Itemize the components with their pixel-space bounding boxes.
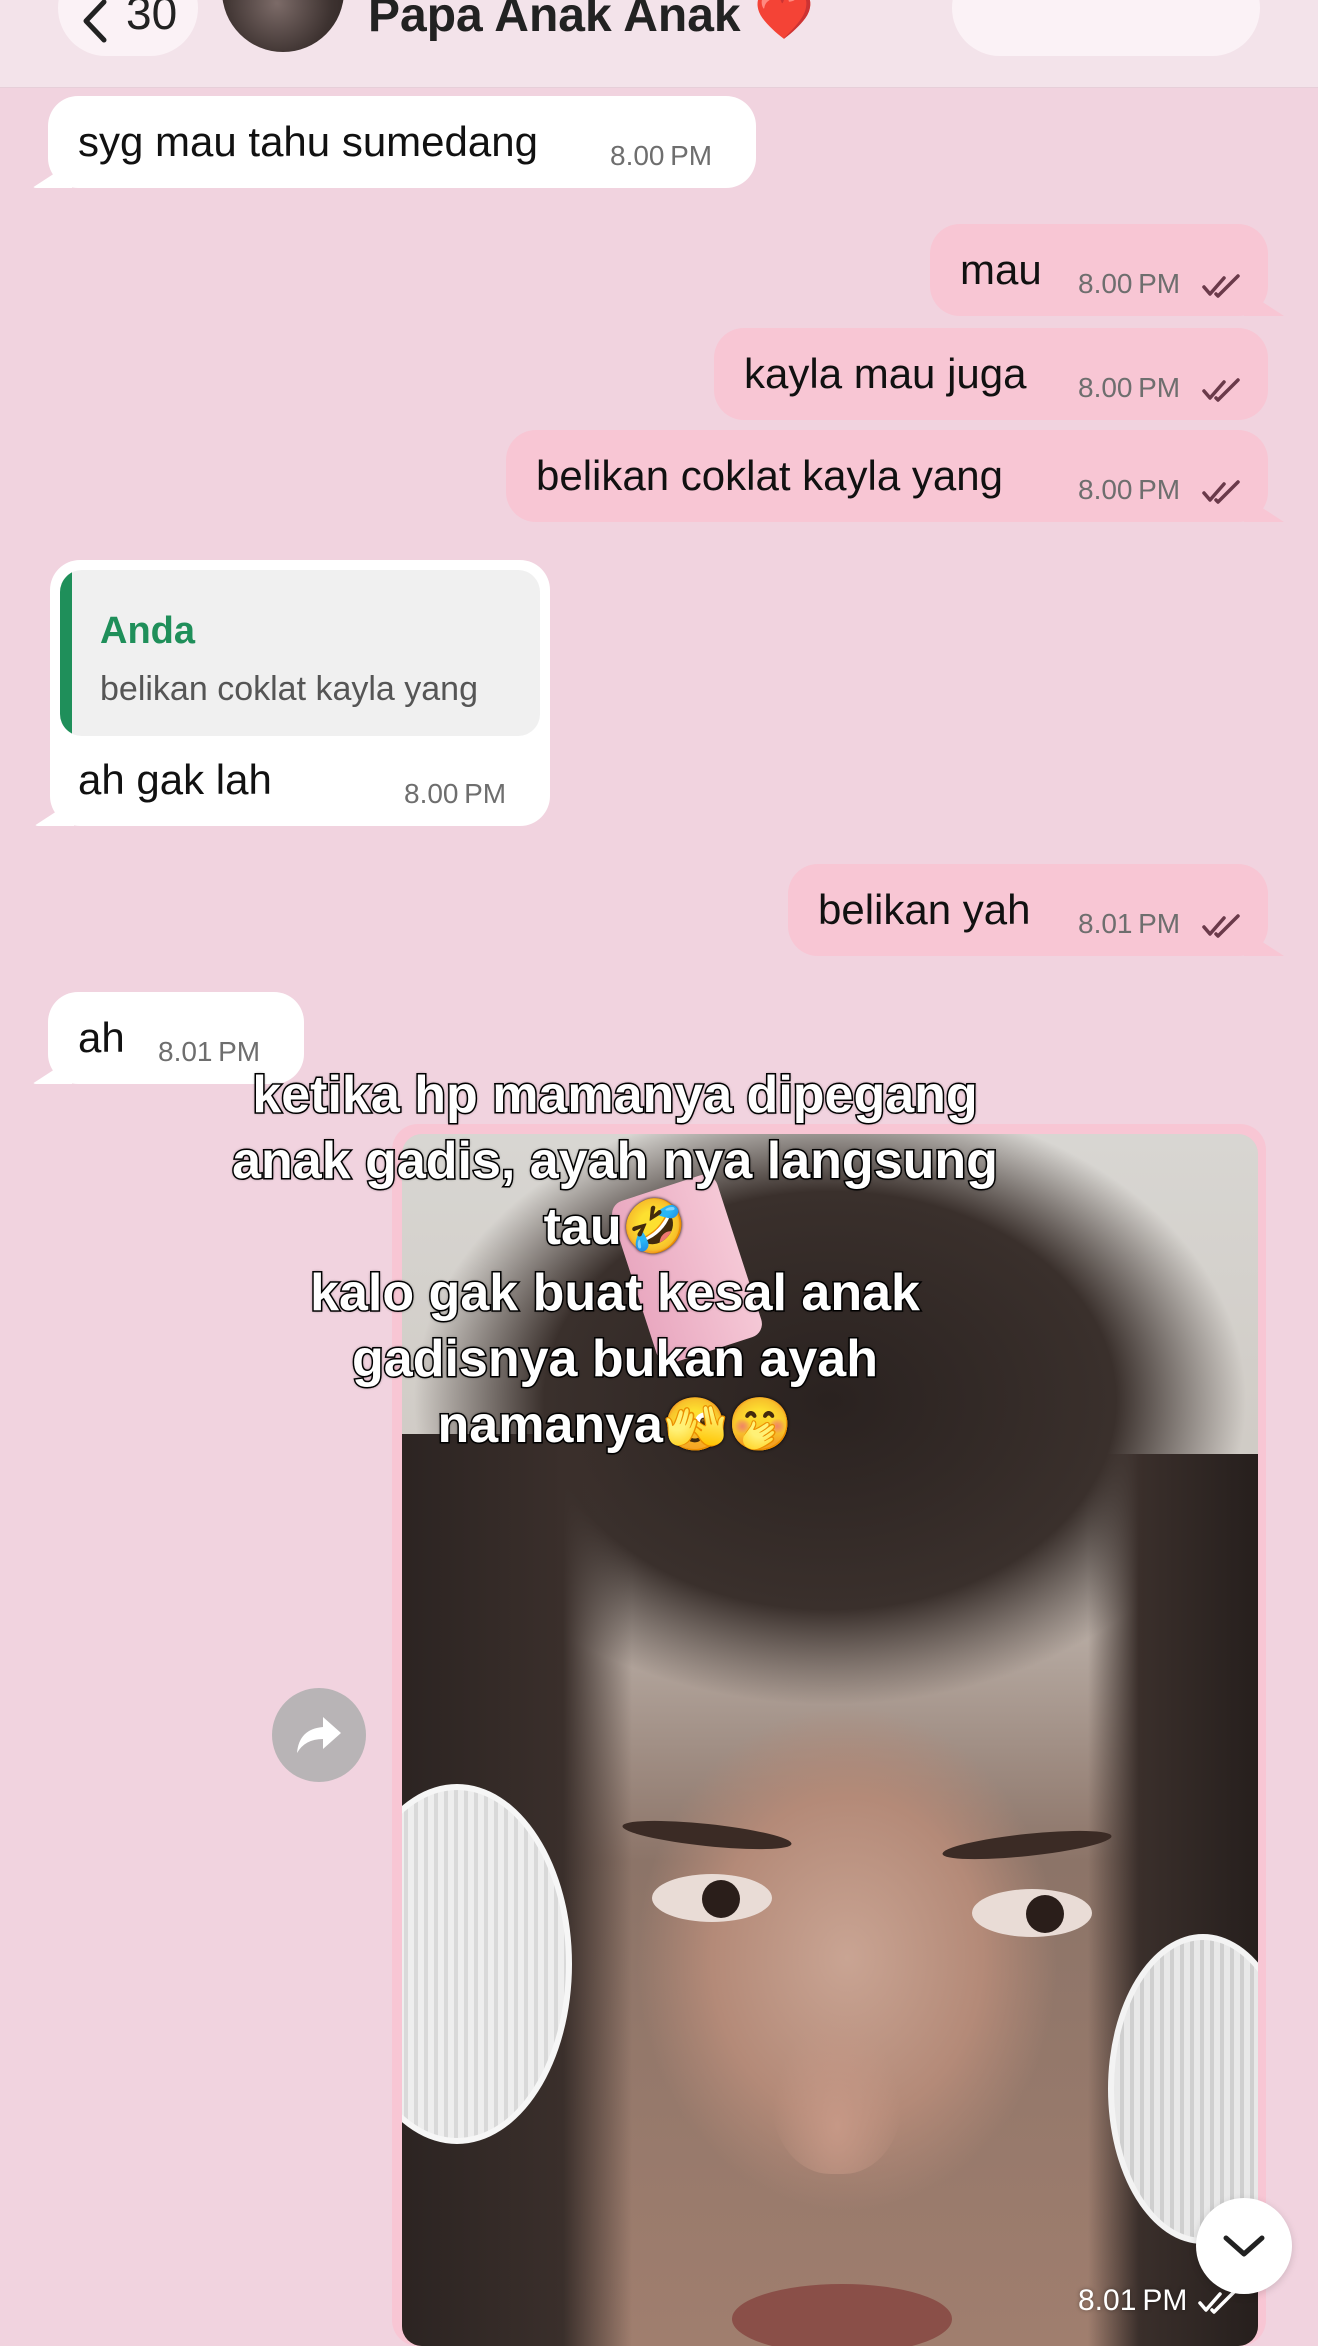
message-time: 8.01 PM — [1078, 2284, 1188, 2317]
overlay-caption: ketika hp mamanya dipegang anak gadis, a… — [200, 1062, 1030, 1458]
message-bubble-incoming-reply[interactable]: Anda belikan coklat kayla yang ah gak la… — [34, 560, 550, 826]
reply-quote-accent — [60, 570, 72, 736]
caption-line: tau🤣 — [542, 1197, 688, 1258]
message-time: 8.01 PM — [1078, 908, 1181, 939]
message-bubble-outgoing[interactable]: mau 8.00 PM — [930, 224, 1284, 316]
chevron-down-icon — [1223, 2235, 1265, 2257]
message-text: ah — [78, 1014, 125, 1061]
message-bubble-incoming[interactable]: syg mau tahu sumedang 8.00 PM — [32, 96, 756, 188]
message-text: ah gak lah — [78, 756, 272, 803]
message-time: 8.00 PM — [404, 778, 507, 809]
back-button[interactable]: 30 — [58, 0, 198, 56]
caption-line: namanya🫣🤭 — [436, 1395, 794, 1456]
message-bubble-outgoing[interactable]: belikan yah 8.01 PM — [788, 864, 1284, 956]
message-text: belikan coklat kayla yang — [536, 452, 1003, 499]
message-text: syg mau tahu sumedang — [78, 118, 538, 165]
forward-button[interactable] — [272, 1688, 366, 1782]
double-check-icon — [1198, 2290, 1236, 2314]
message-text: kayla mau juga — [744, 350, 1027, 397]
message-text: mau — [960, 246, 1042, 293]
message-time: 8.00 PM — [610, 140, 713, 171]
chat-name: Papa Anak Anak — [368, 0, 741, 42]
message-time: 8.00 PM — [1078, 268, 1181, 299]
chat-title[interactable]: Papa Anak Anak ❤️ — [368, 0, 814, 43]
message-text: belikan yah — [818, 886, 1031, 933]
scroll-to-bottom-button[interactable] — [1196, 2198, 1292, 2294]
message-time: 8.00 PM — [1078, 474, 1181, 505]
message-time: 8.00 PM — [1078, 372, 1181, 403]
reply-quote-author: Anda — [100, 610, 195, 652]
caption-line: gadisnya bukan ayah — [351, 1329, 880, 1390]
message-bubble-outgoing[interactable]: kayla mau juga 8.00 PM — [714, 328, 1268, 420]
double-check-icon — [1202, 274, 1240, 298]
call-actions — [952, 0, 1260, 56]
reply-quote[interactable]: Anda belikan coklat kayla yang — [60, 570, 540, 736]
caption-line: ketika hp mamanya dipegang — [251, 1065, 979, 1126]
double-check-icon — [1202, 480, 1240, 504]
message-bubble-outgoing[interactable]: belikan coklat kayla yang 8.00 PM — [506, 430, 1284, 522]
double-check-icon — [1202, 914, 1240, 938]
forward-arrow-icon — [297, 1717, 341, 1753]
reply-quote-text: belikan coklat kayla yang — [100, 670, 479, 708]
avatar[interactable] — [222, 0, 344, 52]
chat-header: 30 Papa Anak Anak ❤️ — [0, 0, 1318, 88]
unread-count: 30 — [126, 0, 178, 39]
chevron-left-icon — [83, 0, 107, 43]
heart-emoji: ❤️ — [753, 0, 814, 42]
caption-line: anak gadis, ayah nya langsung — [231, 1131, 1000, 1192]
double-check-icon — [1202, 378, 1240, 402]
caption-line: kalo gak buat kesal anak — [309, 1263, 922, 1324]
